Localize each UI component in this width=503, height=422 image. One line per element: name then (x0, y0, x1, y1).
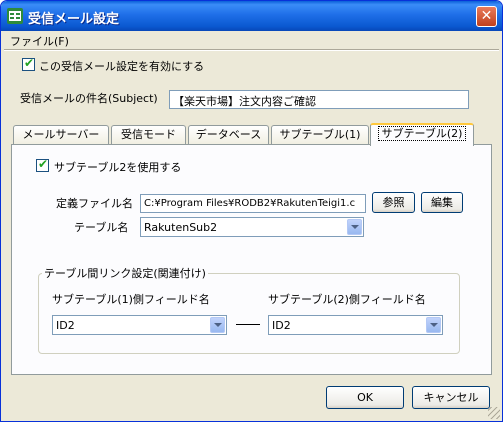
menu-divider (4, 49, 499, 51)
def-file-input[interactable]: C:¥Program Files¥RODB2¥RakutenTeigi1.c (140, 194, 366, 213)
field1-value: ID2 (56, 319, 75, 332)
cancel-button[interactable]: キャンセル (412, 386, 490, 409)
tab-mail-server[interactable]: メールサーバー (13, 125, 109, 144)
use-subtable2-label: サブテーブル2を使用する (54, 161, 182, 174)
def-file-label: 定義ファイル名 (56, 197, 133, 210)
menu-file[interactable]: ファイル(F) (10, 33, 69, 49)
enable-settings-checkbox[interactable]: ✔ (22, 56, 35, 71)
tab-label: 受信モード (121, 128, 176, 141)
menu-bar: ファイル(F) (4, 31, 499, 49)
field2-label: サブテーブル(2)側フィールド名 (268, 293, 426, 306)
link-settings-group (38, 273, 460, 354)
tab-subtable-1[interactable]: サブテーブル(1) (271, 125, 369, 144)
field2-select[interactable]: ID2 (268, 315, 443, 335)
close-button[interactable]: ✕ (476, 6, 497, 27)
window-title: 受信メール設定 (28, 12, 120, 27)
field1-select[interactable]: ID2 (52, 315, 227, 335)
tab-subtable-2[interactable]: サブテーブル(2) (370, 123, 474, 146)
table-name-label: テーブル名 (74, 221, 129, 234)
link-connector (236, 324, 260, 325)
edit-button[interactable]: 編集 (421, 192, 463, 213)
resize-grip[interactable] (488, 407, 500, 419)
field2-value: ID2 (272, 319, 291, 332)
link-settings-title: テーブル間リンク設定(関連付け) (42, 265, 208, 281)
table-name-value: RakutenSub2 (144, 221, 218, 234)
enable-settings-label: この受信メール設定を有効にする (39, 60, 205, 73)
use-subtable2-checkbox[interactable]: ✔ (36, 157, 49, 172)
tab-label: データベース (195, 128, 262, 141)
table-name-select[interactable]: RakutenSub2 (140, 217, 364, 237)
checkmark-icon: ✔ (38, 157, 49, 171)
tab-label: サブテーブル(2) (377, 126, 467, 141)
title-bar[interactable]: 受信メール設定 ✕ (1, 1, 502, 31)
tab-label: サブテーブル(1) (279, 128, 361, 141)
field1-label: サブテーブル(1)側フィールド名 (52, 293, 210, 306)
app-icon (7, 8, 23, 24)
subtable2-panel: ✔ サブテーブル2を使用する 定義ファイル名 C:¥Program Files¥… (11, 144, 492, 375)
subject-input[interactable]: 【楽天市場】注文内容ご確認 (169, 90, 469, 109)
tab-label: メールサーバー (22, 128, 100, 141)
chevron-down-icon[interactable] (210, 317, 225, 333)
chevron-down-icon[interactable] (347, 219, 362, 235)
subject-label: 受信メールの件名(Subject) (20, 92, 158, 105)
dialog-window: 受信メール設定 ✕ ファイル(F) ✔ この受信メール設定を有効にする 受信メー… (0, 0, 503, 422)
chevron-down-icon[interactable] (426, 317, 441, 333)
checkmark-icon: ✔ (24, 56, 35, 70)
tab-receive-mode[interactable]: 受信モード (111, 125, 186, 144)
close-icon: ✕ (480, 8, 493, 24)
ok-button[interactable]: OK (326, 386, 404, 409)
browse-button[interactable]: 参照 (372, 192, 415, 213)
tab-database[interactable]: データベース (188, 125, 269, 144)
